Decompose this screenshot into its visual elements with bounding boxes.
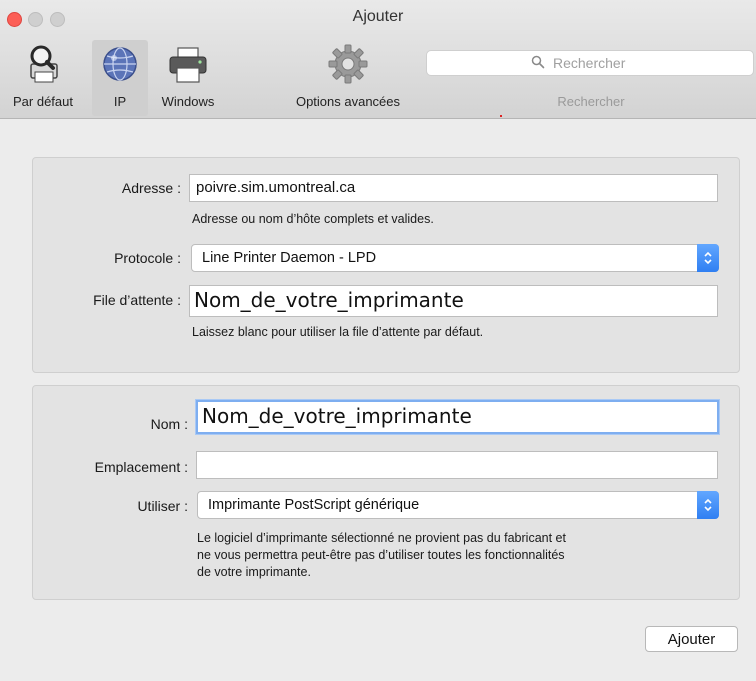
use-label: Utiliser : xyxy=(137,498,188,514)
search-field[interactable] xyxy=(426,50,754,76)
driver-help-line: Le logiciel d’imprimante sélectionné ne … xyxy=(197,531,566,545)
queue-label: File d’attente : xyxy=(93,292,181,308)
name-label: Nom : xyxy=(150,416,188,432)
tab-ip-label: IP xyxy=(113,94,127,109)
add-button[interactable]: Ajouter xyxy=(645,626,738,652)
search-icon xyxy=(531,55,545,72)
search-label: Rechercher xyxy=(557,94,625,109)
queue-help: Laissez blanc pour utiliser la file d’at… xyxy=(192,325,484,339)
gear-icon xyxy=(326,40,370,88)
protocol-label: Protocole : xyxy=(114,250,181,266)
tab-advanced-options-label: Options avancées xyxy=(295,94,401,109)
driver-select[interactable]: Imprimante PostScript générique xyxy=(197,491,719,519)
add-printer-window: Ajouter Par défaut IP Windows Options av… xyxy=(0,0,756,681)
toolbar: Ajouter Par défaut IP Windows Options av… xyxy=(0,0,756,119)
driver-help-line: de votre imprimante. xyxy=(197,565,311,579)
search-input[interactable] xyxy=(551,54,745,72)
search-area: Rechercher xyxy=(426,50,754,109)
tab-windows[interactable]: Windows xyxy=(150,40,226,116)
protocol-select[interactable]: Line Printer Daemon - LPD xyxy=(191,244,719,272)
window-title: Ajouter xyxy=(352,8,404,25)
driver-value: Imprimante PostScript générique xyxy=(208,497,420,513)
address-help: Adresse ou nom d’hôte complets et valide… xyxy=(192,212,434,226)
location-label: Emplacement : xyxy=(94,459,188,475)
magnifier-printer-icon xyxy=(21,40,65,88)
tab-ip[interactable]: IP xyxy=(92,40,148,116)
location-field[interactable] xyxy=(196,451,718,479)
name-field[interactable]: Nom_de_votre_imprimante xyxy=(196,400,719,434)
stray-mark xyxy=(500,115,502,117)
driver-help: Le logiciel d’imprimante sélectionné ne … xyxy=(197,530,717,581)
address-label: Adresse : xyxy=(121,180,181,196)
tab-default[interactable]: Par défaut xyxy=(0,40,86,116)
chevron-updown-icon xyxy=(697,491,719,519)
address-field[interactable]: poivre.sim.umontreal.ca xyxy=(189,174,718,202)
tab-default-label: Par défaut xyxy=(13,94,73,109)
globe-icon xyxy=(100,40,140,88)
chevron-updown-icon xyxy=(697,244,719,272)
tab-advanced-options[interactable]: Options avancées xyxy=(278,40,418,116)
queue-field[interactable]: Nom_de_votre_imprimante xyxy=(189,285,718,317)
protocol-value: Line Printer Daemon - LPD xyxy=(202,250,377,266)
driver-help-line: ne vous permettra peut-être pas d’utilis… xyxy=(197,548,565,562)
tab-windows-label: Windows xyxy=(161,94,215,109)
printer-icon xyxy=(166,40,210,88)
